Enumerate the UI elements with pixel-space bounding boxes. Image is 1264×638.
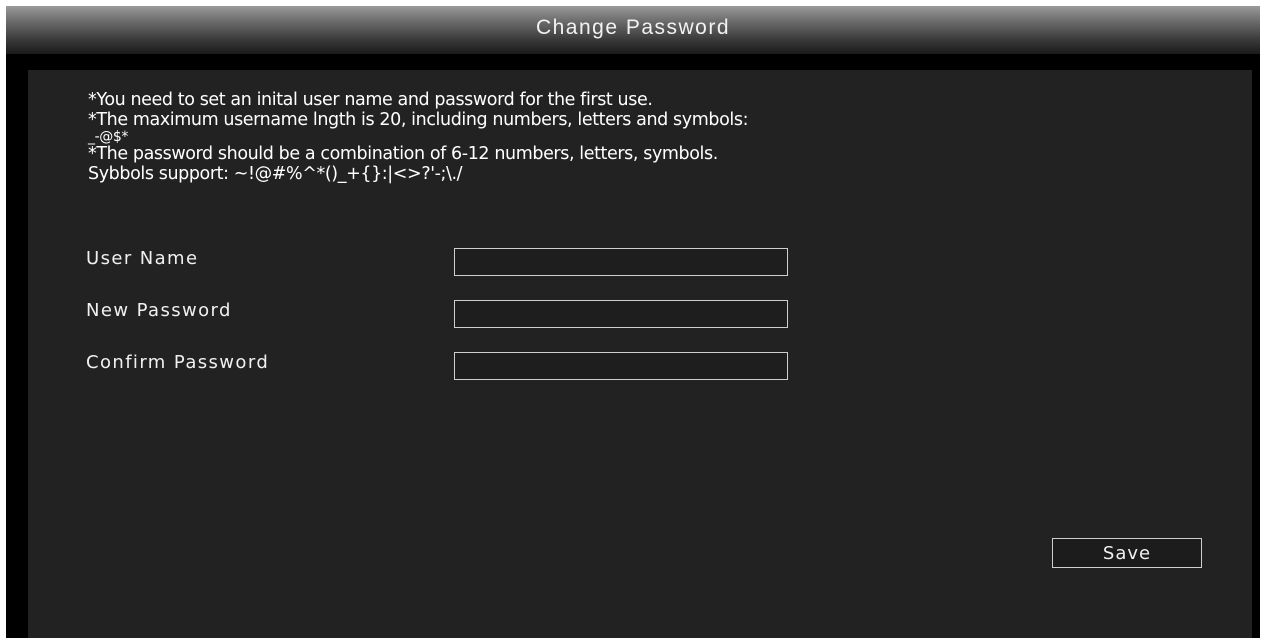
new-password-label: New Password — [86, 300, 232, 321]
instructions: *You need to set an inital user name and… — [88, 90, 748, 184]
instruction-line: *You need to set an inital user name and… — [88, 90, 653, 110]
save-button[interactable]: Save — [1052, 538, 1202, 568]
instruction-line: _-@$* — [88, 129, 128, 145]
window-title: Change Password — [535, 16, 731, 39]
instruction-line: *The password should be a combination of… — [88, 144, 718, 164]
title-bar: Change Password — [6, 6, 1260, 54]
confirm-password-field[interactable] — [454, 352, 788, 380]
instruction-line: Sybbols support: ~!@#%^*()_+{}:|<>?'-;\.… — [88, 164, 463, 184]
username-field[interactable] — [454, 248, 788, 276]
instruction-line: *The maximum username lngth is 20, inclu… — [88, 110, 749, 130]
new-password-field[interactable] — [454, 300, 788, 328]
confirm-password-label: Confirm Password — [86, 352, 270, 373]
change-password-window: Change Password *You need to set an init… — [6, 6, 1260, 638]
username-label: User Name — [86, 248, 199, 269]
